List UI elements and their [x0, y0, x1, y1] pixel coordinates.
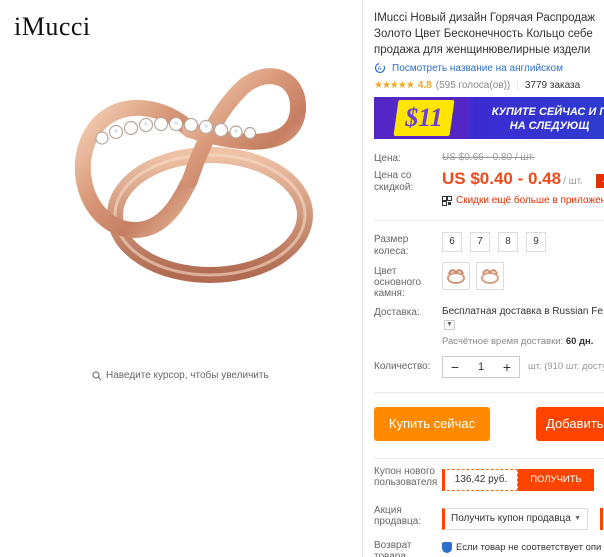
- quantity-input[interactable]: 1: [467, 357, 495, 377]
- rating-separator: |: [516, 80, 519, 91]
- discount-price: US $0.40 - 0.48/ шт.: [442, 169, 583, 189]
- discount-badge: -: [596, 174, 604, 188]
- shipping-dropdown-chevron-icon[interactable]: ▼: [444, 320, 455, 330]
- returns-label: Возврат товара: [374, 540, 412, 557]
- divider: [374, 458, 604, 459]
- app-promo-link[interactable]: Скидки ещё больше в приложен: [442, 195, 604, 206]
- get-coupon-button[interactable]: ПОЛУЧИТЬ: [518, 469, 594, 491]
- returns-info: Если товар не соответствует опи: [442, 542, 601, 553]
- seller-promo-extra: [600, 508, 604, 530]
- rating-value: 4.8: [417, 80, 432, 91]
- stone-swatch-2[interactable]: [476, 262, 504, 290]
- zoom-hint: Наведите курсор, чтобы увеличить: [92, 370, 269, 381]
- shipping-time-label: Расчётное время доставки:: [442, 336, 564, 347]
- quantity-decrease-button[interactable]: −: [443, 357, 467, 377]
- divider: [374, 220, 604, 221]
- shield-icon: [442, 542, 452, 553]
- ring-thumbnail-icon: [447, 269, 465, 284]
- seller-promo-label: Акция продавца:: [374, 505, 422, 527]
- product-title: IMucci Новый дизайн Горячая Распродаж Зо…: [374, 10, 604, 58]
- translate-link[interactable]: A Посмотреть название на английском: [374, 62, 563, 74]
- title-line: IMucci Новый дизайн Горячая Распродаж: [374, 12, 596, 24]
- quantity-stepper: − 1 +: [442, 356, 520, 378]
- svg-text:A: A: [378, 67, 382, 73]
- stone-swatches: [442, 262, 504, 290]
- app-promo-text[interactable]: Скидки ещё больше в приложен: [456, 195, 604, 206]
- size-option-6[interactable]: 6: [442, 232, 462, 252]
- translate-link-text[interactable]: Посмотреть название на английском: [392, 63, 563, 74]
- size-option-7[interactable]: 7: [470, 232, 490, 252]
- star-rating-icon[interactable]: ★★★★★: [374, 80, 415, 91]
- returns-row: Возврат товара Если товар не соответству…: [374, 540, 604, 557]
- new-user-coupon: Купон нового пользователя 136,42 руб. ПО…: [374, 466, 604, 496]
- old-price: US $0.66 - 0.80 / шт.: [442, 152, 535, 163]
- stone-color-selector: Цвет основного камня:: [374, 262, 604, 302]
- divider: [374, 392, 604, 393]
- price-unit: / шт.: [563, 176, 583, 187]
- ring-image-svg: [74, 68, 313, 283]
- votes-count[interactable]: (595 голоса(ов)): [436, 80, 511, 91]
- translate-icon: A: [374, 62, 386, 74]
- magnifier-icon: [92, 370, 102, 380]
- shipping-option[interactable]: Бесплатная доставка в Russian Fe: [442, 306, 603, 317]
- seller-coupon-select-value: Получить купон продавца: [451, 513, 571, 524]
- title-line: Золото Цвет Бесконечность Кольцо себе: [374, 28, 593, 40]
- stone-color-label: Цвет основного камня:: [374, 266, 422, 299]
- promo-price: $11: [405, 103, 443, 132]
- product-image[interactable]: [40, 40, 330, 330]
- size-option-9[interactable]: 9: [526, 232, 546, 252]
- rating-row: ★★★★★ 4.8 (595 голоса(ов)) | 3779 заказа: [374, 80, 580, 91]
- seller-promo: Акция продавца: Получить купон продавца …: [374, 505, 604, 535]
- returns-text: Если товар не соответствует опи: [456, 542, 602, 553]
- seller-coupon-select[interactable]: Получить купон продавца ▼: [442, 508, 588, 530]
- coupon-label: Купон нового пользователя: [374, 466, 438, 488]
- size-label: Размер колеса:: [374, 234, 409, 257]
- orders-count: 3779 заказа: [524, 80, 581, 91]
- chevron-down-icon: ▼: [574, 515, 581, 522]
- add-to-cart-button[interactable]: Добавить: [536, 407, 604, 441]
- promo-text: КУПИТЕ СЕЙЧАС И П НА СЛЕДУЮЩ: [482, 105, 604, 133]
- ring-thumbnail-icon: [481, 269, 499, 284]
- quantity-increase-button[interactable]: +: [495, 357, 519, 377]
- size-option-8[interactable]: 8: [498, 232, 518, 252]
- shipping-time: Расчётное время доставки: 60 дн.: [442, 336, 593, 347]
- size-options: 6 7 8 9: [442, 232, 546, 252]
- promo-text-line: НА СЛЕДУЮЩ: [509, 120, 590, 132]
- promo-banner-left: $11: [374, 97, 470, 139]
- product-details: IMucci Новый дизайн Горячая Распродаж Зо…: [374, 0, 604, 557]
- brand-logo: iMucci: [14, 12, 91, 41]
- discount-price-label: Цена со скидкой:: [374, 170, 414, 193]
- gallery-divider: [362, 0, 363, 557]
- stone-swatch-1[interactable]: [442, 262, 470, 290]
- buy-now-button[interactable]: Купить сейчас: [374, 407, 490, 441]
- promo-price-tag: $11: [393, 100, 455, 136]
- quantity-label: Количество:: [374, 361, 431, 372]
- quantity-row: Количество: − 1 + шт. (910 шт. доступ: [374, 356, 604, 378]
- qr-code-icon: [442, 195, 452, 206]
- promo-text-line: КУПИТЕ СЕЙЧАС И П: [491, 106, 604, 118]
- price-label: Цена:: [374, 153, 401, 164]
- shipping-label: Доставка:: [374, 307, 420, 318]
- coupon-amount: 136,42 руб.: [442, 469, 518, 491]
- shipping-time-value: 60 дн.: [565, 336, 594, 347]
- product-gallery: iMucci Наведите курсор, чтобы увеличить: [0, 0, 362, 557]
- discount-price-value: US $0.40 - 0.48: [442, 169, 562, 188]
- zoom-hint-text: Наведите курсор, чтобы увеличить: [106, 370, 269, 381]
- promo-banner[interactable]: $11 КУПИТЕ СЕЙЧАС И П НА СЛЕДУЮЩ: [374, 97, 604, 139]
- title-line: продажа для женщинювелирные издели: [374, 44, 591, 56]
- quantity-available: шт. (910 шт. доступ: [528, 361, 604, 372]
- size-selector: Размер колеса: 6 7 8 9: [374, 232, 604, 262]
